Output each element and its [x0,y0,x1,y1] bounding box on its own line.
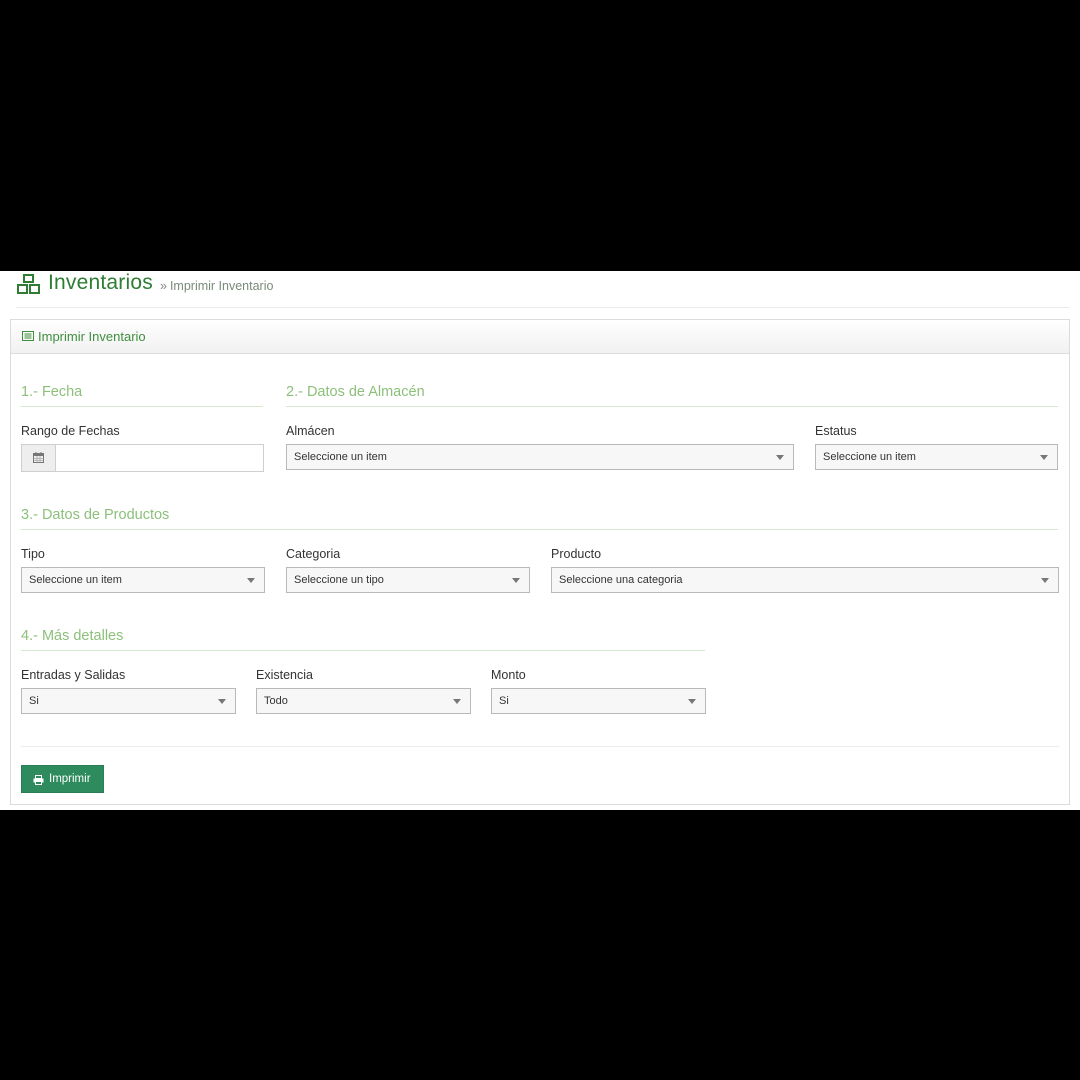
label-rango-fechas: Rango de Fechas [21,424,120,438]
panel-heading: Imprimir Inventario [11,320,1069,354]
categoria-select[interactable]: Seleccione un tipo [286,567,530,593]
calendar-icon [33,452,44,463]
label-categoria: Categoria [286,547,341,561]
caret-down-icon [1041,578,1049,583]
label-almacen: Almácen [286,424,335,438]
label-existencia: Existencia [256,668,313,682]
existencia-select-value: Todo [264,695,288,707]
inventory-print-screen: Inventarios » Imprimir Inventario Imprimi… [0,271,1080,810]
label-producto: Producto [551,547,602,561]
section-detalles: 4.- Más detalles [21,628,705,651]
estatus-select-value: Seleccione un item [823,451,916,463]
print-button-label: Imprimir [49,773,91,785]
page-title: Inventarios [48,271,153,294]
almacen-select[interactable]: Seleccione un item [286,444,794,470]
form-divider [21,746,1059,747]
caret-down-icon [453,699,461,704]
section-almacen: 2.- Datos de Almacén [286,384,1058,407]
boxes-icon [17,274,40,294]
monto-select-value: Si [499,695,509,707]
section-fecha: 1.- Fecha [21,384,263,407]
print-inventory-panel: Imprimir Inventario 1.- Fecha Rango de F… [10,319,1070,805]
label-estatus: Estatus [815,424,857,438]
monto-select[interactable]: Si [491,688,706,714]
date-range-input[interactable] [56,445,263,471]
almacen-select-value: Seleccione un item [294,451,387,463]
caret-down-icon [776,455,784,460]
panel-title: Imprimir Inventario [38,329,146,344]
breadcrumb: » Imprimir Inventario [160,279,273,293]
label-monto: Monto [491,668,526,682]
producto-select[interactable]: Seleccione una categoria [551,567,1059,593]
print-button[interactable]: Imprimir [21,765,104,793]
date-range-group [21,444,264,472]
section-productos: 3.- Datos de Productos [21,507,1058,530]
caret-down-icon [247,578,255,583]
categoria-select-value: Seleccione un tipo [294,574,384,586]
caret-down-icon [688,699,696,704]
breadcrumb-separator: » [160,279,167,293]
printer-icon [33,775,44,785]
caret-down-icon [1040,455,1048,460]
label-tipo: Tipo [21,547,45,561]
producto-select-value: Seleccione una categoria [559,574,683,586]
tipo-select-value: Seleccione un item [29,574,122,586]
existencia-select[interactable]: Todo [256,688,471,714]
entradas-salidas-select[interactable]: Si [21,688,236,714]
tipo-select[interactable]: Seleccione un item [21,567,265,593]
page-header: Inventarios » Imprimir Inventario [16,271,1070,308]
list-icon [22,331,34,341]
label-entradas-salidas: Entradas y Salidas [21,668,126,682]
entradas-salidas-select-value: Si [29,695,39,707]
estatus-select[interactable]: Seleccione un item [815,444,1058,470]
caret-down-icon [218,699,226,704]
breadcrumb-current: Imprimir Inventario [169,279,274,293]
date-addon[interactable] [22,445,56,471]
caret-down-icon [512,578,520,583]
